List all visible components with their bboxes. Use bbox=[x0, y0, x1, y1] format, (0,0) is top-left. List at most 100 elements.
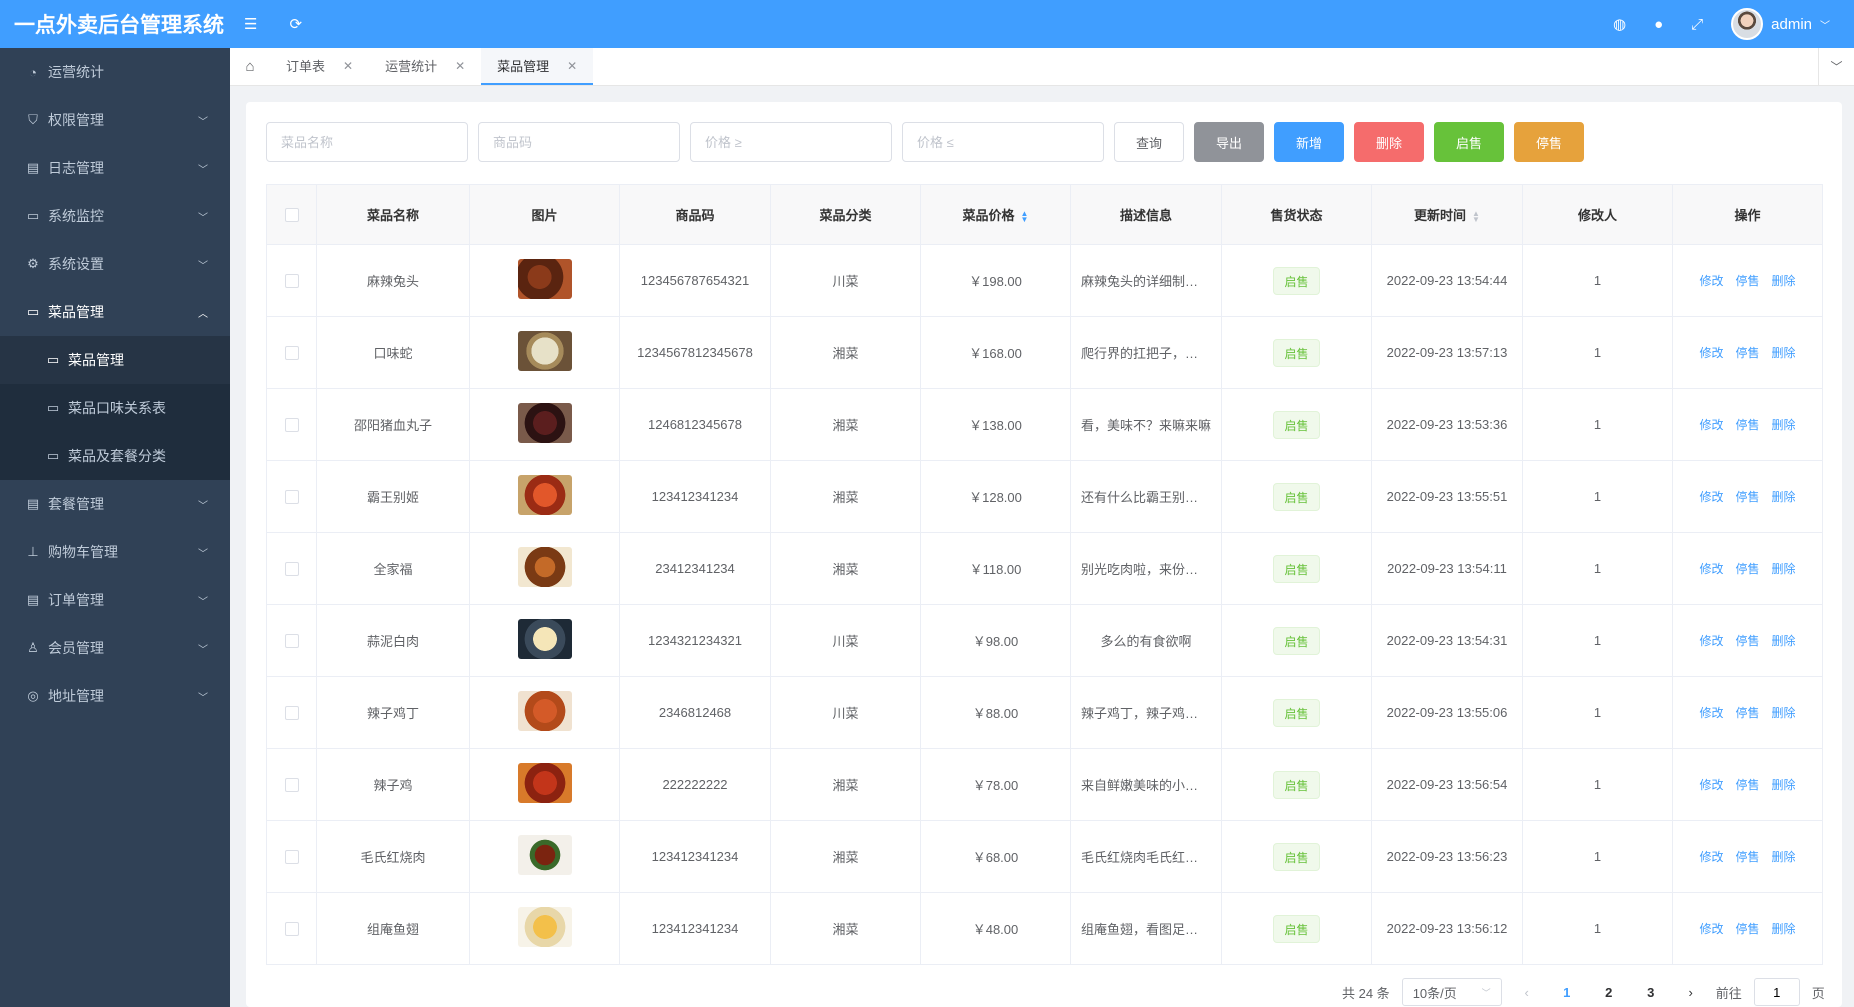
sort-icon[interactable]: ▲ ▼ bbox=[1021, 209, 1029, 223]
row-checkbox[interactable] bbox=[284, 490, 299, 505]
dish-image[interactable] bbox=[517, 907, 572, 947]
delete-link[interactable]: 删除 bbox=[1772, 850, 1796, 864]
sidebar-item-settings[interactable]: ⚙ 系统设置 ﹀ bbox=[0, 240, 230, 288]
edit-link[interactable]: 修改 bbox=[1699, 562, 1723, 576]
dish-image[interactable] bbox=[517, 331, 572, 371]
edit-link[interactable]: 修改 bbox=[1699, 418, 1723, 432]
query-button[interactable]: 查询 bbox=[1114, 122, 1184, 162]
close-icon[interactable]: ✕ bbox=[567, 59, 577, 73]
delete-link[interactable]: 删除 bbox=[1772, 346, 1796, 360]
row-checkbox[interactable] bbox=[284, 706, 299, 721]
price-max-input[interactable] bbox=[902, 122, 1104, 162]
row-checkbox[interactable] bbox=[284, 346, 299, 361]
export-button[interactable]: 导出 bbox=[1194, 122, 1264, 162]
row-checkbox[interactable] bbox=[284, 634, 299, 649]
close-icon[interactable]: ✕ bbox=[455, 59, 465, 73]
sidebar-item-permissions[interactable]: ⛉ 权限管理 ﹀ bbox=[0, 96, 230, 144]
dish-image[interactable] bbox=[517, 619, 572, 659]
delete-link[interactable]: 删除 bbox=[1772, 778, 1796, 792]
page-size-select[interactable]: 10条/页 ﹀ bbox=[1401, 978, 1502, 1006]
sidebar-item-dish-categories[interactable]: ▭ 菜品及套餐分类 bbox=[0, 432, 230, 480]
next-page-icon[interactable]: › bbox=[1678, 985, 1704, 1000]
sidebar-item-dashboard[interactable]: ◔ 运营统计 bbox=[0, 48, 230, 96]
sidebar-item-cart[interactable]: ⊥ 购物车管理 ﹀ bbox=[0, 528, 230, 576]
price-min-input[interactable] bbox=[690, 122, 892, 162]
stop-sale-link[interactable]: 停售 bbox=[1735, 922, 1759, 936]
dish-image[interactable] bbox=[517, 691, 572, 731]
add-button[interactable]: 新增 bbox=[1274, 122, 1344, 162]
tag-dashboard[interactable]: 运营统计 ✕ bbox=[369, 48, 481, 85]
goto-page-input[interactable] bbox=[1753, 978, 1800, 1006]
edit-link[interactable]: 修改 bbox=[1699, 850, 1723, 864]
delete-link[interactable]: 删除 bbox=[1772, 274, 1796, 288]
sidebar-item-logs[interactable]: ▤ 日志管理 ﹀ bbox=[0, 144, 230, 192]
fullscreen-icon[interactable]: ⤢ bbox=[1691, 16, 1703, 33]
edit-link[interactable]: 修改 bbox=[1699, 346, 1723, 360]
sidebar-item-setmeals[interactable]: ▤ 套餐管理 ﹀ bbox=[0, 480, 230, 528]
sidebar-item-members[interactable]: ♙ 会员管理 ﹀ bbox=[0, 624, 230, 672]
column-header-price[interactable]: 菜品价格 ▲ ▼ bbox=[920, 184, 1071, 245]
delete-link[interactable]: 删除 bbox=[1772, 562, 1796, 576]
stop-sale-link[interactable]: 停售 bbox=[1735, 706, 1759, 720]
delete-button[interactable]: 删除 bbox=[1354, 122, 1424, 162]
chevron-down-icon[interactable]: ﹀ bbox=[1818, 48, 1854, 85]
user-menu[interactable]: admin ﹀ bbox=[1731, 8, 1830, 40]
row-checkbox[interactable] bbox=[284, 418, 299, 433]
sidebar-item-monitor[interactable]: ▭ 系统监控 ﹀ bbox=[0, 192, 230, 240]
edit-link[interactable]: 修改 bbox=[1699, 274, 1723, 288]
delete-link[interactable]: 删除 bbox=[1772, 706, 1796, 720]
sidebar-item-dishes[interactable]: ▭ 菜品管理 ︿ bbox=[0, 288, 230, 336]
delete-link[interactable]: 删除 bbox=[1772, 922, 1796, 936]
stop-sale-link[interactable]: 停售 bbox=[1735, 850, 1759, 864]
stop-sale-link[interactable]: 停售 bbox=[1735, 634, 1759, 648]
page-3[interactable]: 3 bbox=[1636, 985, 1666, 1000]
close-icon[interactable]: ✕ bbox=[343, 59, 353, 73]
tag-orders[interactable]: 订单表 ✕ bbox=[270, 48, 369, 85]
prev-page-icon[interactable]: ‹ bbox=[1514, 985, 1540, 1000]
stop-sale-link[interactable]: 停售 bbox=[1735, 490, 1759, 504]
github-icon[interactable]: ● bbox=[1654, 16, 1663, 33]
sidebar-item-dish-flavors[interactable]: ▭ 菜品口味关系表 bbox=[0, 384, 230, 432]
dish-name-input[interactable] bbox=[266, 122, 468, 162]
avatar[interactable] bbox=[1731, 8, 1764, 40]
dish-image[interactable] bbox=[517, 547, 572, 587]
dish-image[interactable] bbox=[517, 403, 572, 443]
edit-link[interactable]: 修改 bbox=[1699, 634, 1723, 648]
home-icon[interactable]: ⌂ bbox=[230, 48, 270, 85]
start-sale-button[interactable]: 启售 bbox=[1434, 122, 1504, 162]
sidebar-item-orders[interactable]: ▤ 订单管理 ﹀ bbox=[0, 576, 230, 624]
row-checkbox[interactable] bbox=[284, 850, 299, 865]
sort-icon[interactable]: ▲ ▼ bbox=[1472, 209, 1480, 223]
sidebar-item-addresses[interactable]: ◎ 地址管理 ﹀ bbox=[0, 672, 230, 720]
column-header-time[interactable]: 更新时间 ▲ ▼ bbox=[1371, 184, 1523, 245]
edit-link[interactable]: 修改 bbox=[1699, 922, 1723, 936]
dish-image[interactable] bbox=[517, 475, 572, 515]
edit-link[interactable]: 修改 bbox=[1699, 706, 1723, 720]
dish-image[interactable] bbox=[517, 835, 572, 875]
stop-sale-link[interactable]: 停售 bbox=[1735, 778, 1759, 792]
hamburger-icon[interactable]: ☰ bbox=[244, 15, 257, 33]
edit-link[interactable]: 修改 bbox=[1699, 778, 1723, 792]
globe-icon[interactable]: ◍ bbox=[1613, 15, 1626, 33]
row-checkbox[interactable] bbox=[284, 274, 299, 289]
row-checkbox[interactable] bbox=[284, 778, 299, 793]
row-checkbox[interactable] bbox=[284, 562, 299, 577]
sidebar-item-dish-management[interactable]: ▭ 菜品管理 bbox=[0, 336, 230, 384]
page-1[interactable]: 1 bbox=[1552, 985, 1582, 1000]
delete-link[interactable]: 删除 bbox=[1772, 490, 1796, 504]
stop-sale-link[interactable]: 停售 bbox=[1735, 346, 1759, 360]
stop-sale-link[interactable]: 停售 bbox=[1735, 274, 1759, 288]
edit-link[interactable]: 修改 bbox=[1699, 490, 1723, 504]
delete-link[interactable]: 删除 bbox=[1772, 634, 1796, 648]
stop-sale-link[interactable]: 停售 bbox=[1735, 562, 1759, 576]
row-checkbox[interactable] bbox=[284, 922, 299, 937]
stop-sale-link[interactable]: 停售 bbox=[1735, 418, 1759, 432]
dish-image[interactable] bbox=[517, 259, 572, 299]
dish-image[interactable] bbox=[517, 763, 572, 803]
tag-dish-management[interactable]: 菜品管理 ✕ bbox=[481, 48, 594, 85]
stop-sale-button[interactable]: 停售 bbox=[1514, 122, 1584, 162]
delete-link[interactable]: 删除 bbox=[1772, 418, 1796, 432]
page-2[interactable]: 2 bbox=[1594, 985, 1624, 1000]
refresh-icon[interactable]: ⟳ bbox=[289, 15, 302, 33]
select-all-checkbox[interactable] bbox=[284, 208, 299, 223]
